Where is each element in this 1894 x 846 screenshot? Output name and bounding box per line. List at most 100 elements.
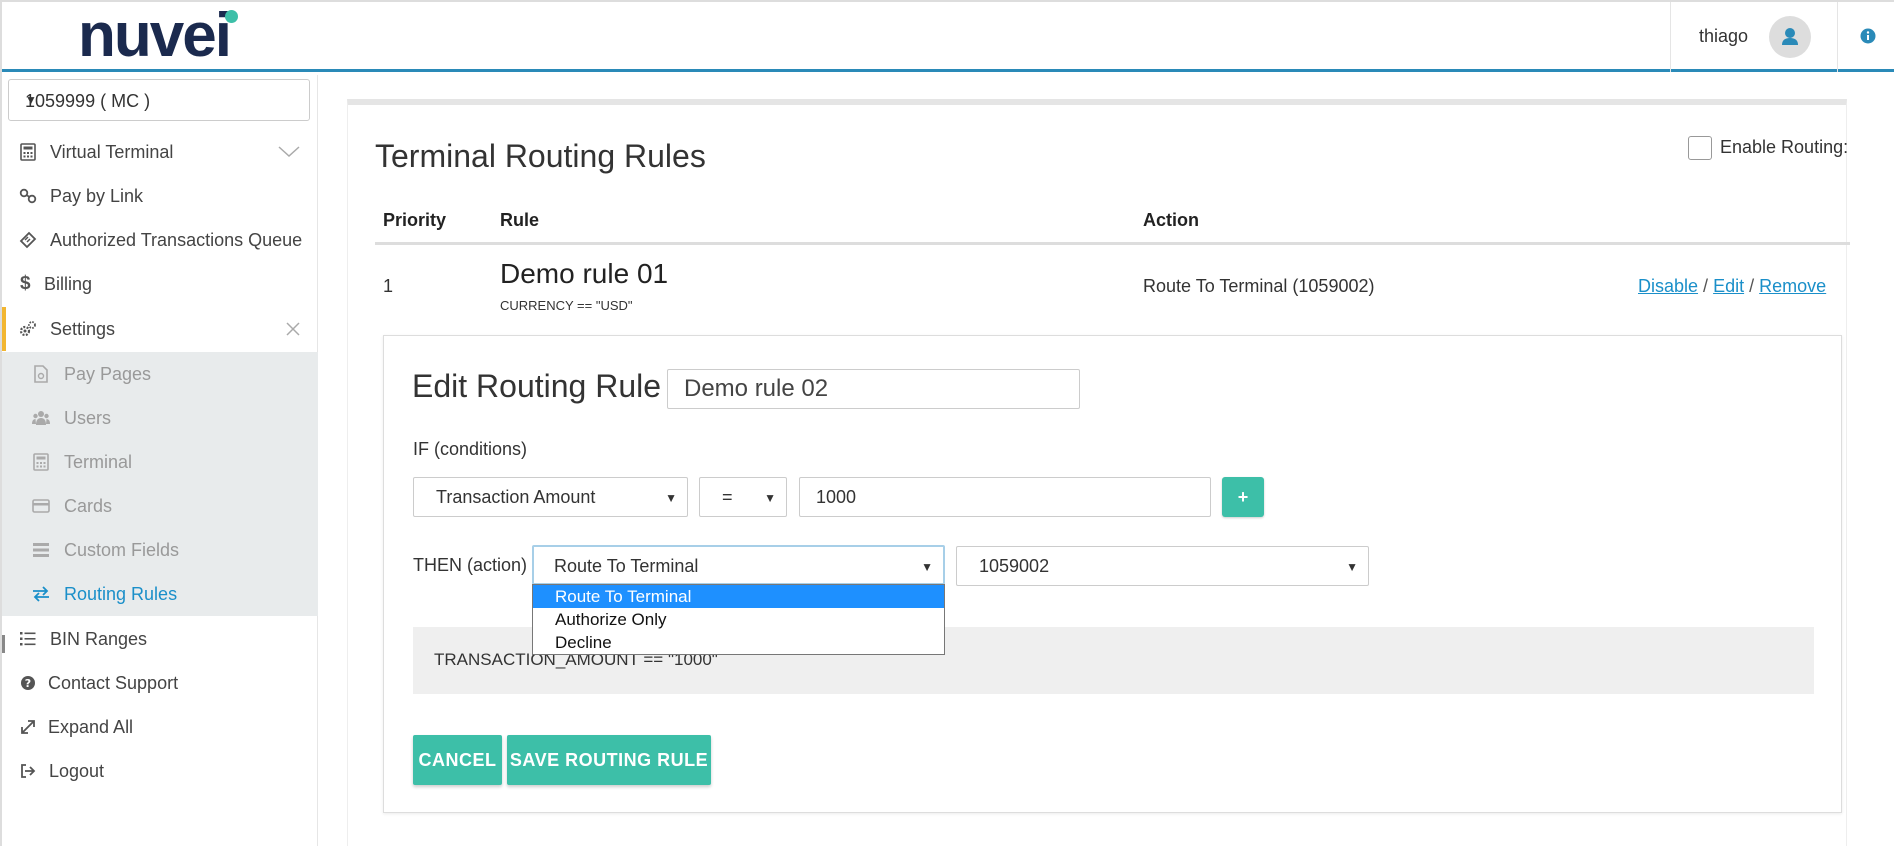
sidebar-subitem-label: Pay Pages [64, 364, 152, 384]
caret-down-icon: ▼ [1346, 560, 1358, 574]
sidebar-subitem-label: Custom Fields [64, 540, 180, 560]
close-icon[interactable] [286, 322, 300, 336]
sidebar-item-virtual-terminal[interactable]: Virtual Terminal [2, 130, 318, 174]
merchant-select[interactable]: 1059999 ( MC ) ▼ [8, 79, 310, 121]
add-condition-button[interactable]: + [1222, 477, 1264, 517]
list-icon [20, 632, 36, 646]
sidebar-subitem-pay-pages[interactable]: Pay Pages [2, 352, 318, 396]
sidebar-item-label: Contact Support [48, 673, 179, 693]
sidebar-subitem-label: Terminal [64, 452, 133, 472]
page-title: Terminal Routing Rules [375, 138, 706, 174]
sidebar-item-logout[interactable]: Logout [2, 749, 318, 793]
if-conditions-label: IF (conditions) [413, 439, 528, 459]
condition-field-select[interactable]: Transaction Amount ▼ [413, 477, 688, 517]
action-option-authorize-only[interactable]: Authorize Only [533, 608, 944, 631]
sidebar-item-label: Settings [50, 319, 116, 339]
sidebar-item-label: Expand All [48, 717, 134, 737]
nuvei-logo[interactable]: nuvei [78, 5, 238, 67]
sidebar-subitem-cards[interactable]: Cards [2, 484, 318, 528]
info-icon[interactable] [1860, 28, 1876, 44]
terminal-select-value: 1059002 [979, 556, 1050, 576]
sidebar-subitem-label: Users [64, 408, 112, 428]
exchange-arrows-icon [33, 586, 49, 602]
action-select[interactable]: Route To Terminal ▼ [532, 545, 945, 585]
action-option-route-to-terminal[interactable]: Route To Terminal [533, 585, 944, 608]
ticket-icon [19, 231, 37, 249]
sidebar-item-bin-ranges[interactable]: BIN Ranges [2, 617, 318, 661]
user-name: thiago [1699, 26, 1749, 46]
row-action: Route To Terminal (1059002) [1143, 276, 1375, 296]
column-header-priority: Priority [383, 210, 447, 230]
disable-link[interactable]: Disable [1638, 276, 1698, 296]
question-circle-icon: ? [21, 676, 35, 690]
column-header-action: Action [1143, 210, 1199, 230]
link-icon [19, 188, 37, 204]
sidebar-subitem-label: Routing Rules [64, 584, 178, 604]
condition-field-value: Transaction Amount [436, 487, 596, 507]
sidebar-subitem-terminal[interactable]: Terminal [2, 440, 318, 484]
condition-operator-value: = [722, 487, 733, 507]
sidebar-item-label: Logout [49, 761, 105, 781]
sidebar-subitem-users[interactable]: Users [2, 396, 318, 440]
sidebar-subitem-routing-rules[interactable]: Routing Rules [2, 572, 318, 616]
sidebar-item-label: Pay by Link [50, 186, 144, 206]
link-separator: / [1749, 276, 1755, 296]
sidebar: 1059999 ( MC ) ▼ Virtual Terminal Pay by… [2, 75, 318, 846]
calculator-icon [20, 143, 36, 161]
logo-dot [225, 10, 238, 23]
action-option-decline[interactable]: Decline [533, 631, 944, 654]
caret-down-icon: ▼ [764, 491, 776, 505]
edit-title: Edit Routing Rule [412, 368, 662, 404]
column-header-rule: Rule [500, 210, 540, 230]
sidebar-item-pay-by-link[interactable]: Pay by Link [2, 174, 318, 218]
expand-icon [21, 720, 35, 734]
terminal-select[interactable]: 1059002 ▼ [956, 546, 1369, 586]
user-menu[interactable]: thiago [1670, 2, 1838, 72]
logo-text: nuvei [78, 1, 232, 70]
row-actions: Disable / Edit / Remove [1638, 276, 1826, 297]
sidebar-item-contact-support[interactable]: ? Contact Support [2, 661, 318, 705]
dollar-icon: $ [20, 273, 31, 294]
then-action-label: THEN (action) [413, 555, 528, 575]
sidebar-item-authorized-transactions-queue[interactable]: Authorized Transactions Queue [2, 218, 318, 262]
condition-operator-select[interactable]: = ▼ [699, 477, 787, 517]
chevron-down-icon[interactable] [278, 146, 300, 158]
caret-down-icon: ▼ [25, 93, 37, 107]
cancel-button[interactable]: CANCEL [413, 735, 502, 785]
user-icon [1782, 28, 1798, 45]
rule-name-input[interactable] [667, 369, 1080, 409]
remove-link[interactable]: Remove [1759, 276, 1826, 296]
scroll-marker [2, 635, 5, 653]
save-routing-rule-button[interactable]: SAVE ROUTING RULE [507, 735, 711, 785]
enable-routing-checkbox[interactable] [1688, 136, 1712, 160]
link-separator: / [1703, 276, 1709, 296]
svg-text:?: ? [25, 677, 31, 690]
sidebar-item-label: Authorized Transactions Queue [50, 230, 303, 250]
gears-icon [19, 321, 36, 337]
avatar[interactable] [1769, 16, 1811, 58]
sidebar-item-settings[interactable]: Settings [2, 307, 318, 351]
top-header: nuvei thiago [2, 2, 1894, 72]
sidebar-subitem-label: Cards [64, 496, 113, 516]
sidebar-item-label: Billing [44, 274, 93, 294]
sidebar-item-label: BIN Ranges [50, 629, 148, 649]
edit-link[interactable]: Edit [1713, 276, 1744, 296]
caret-down-icon: ▼ [665, 491, 677, 505]
logout-icon [21, 764, 36, 778]
credit-card-icon [32, 499, 50, 513]
settings-submenu: Pay Pages Users Terminal Cards Custom Fi… [2, 352, 318, 616]
sidebar-item-billing[interactable]: $ Billing [2, 262, 318, 306]
row-rule-name: Demo rule 01 [500, 258, 669, 289]
caret-down-icon: ▼ [921, 560, 933, 574]
sidebar-item-expand-all[interactable]: Expand All [2, 705, 318, 749]
sidebar-subitem-custom-fields[interactable]: Custom Fields [2, 528, 318, 572]
table-header-divider [375, 242, 1850, 245]
action-options-dropdown: Route To Terminal Authorize Only Decline [532, 584, 945, 655]
file-icon [34, 365, 48, 383]
calculator-icon [33, 453, 49, 471]
app-root: nuvei thiago 1059999 ( MC ) ▼ Virtual Te… [0, 0, 1894, 846]
list-fields-icon [33, 543, 49, 557]
row-rule-condition: CURRENCY == "USD" [500, 298, 633, 313]
condition-value-input[interactable] [799, 477, 1211, 517]
enable-routing-label: Enable Routing: [1720, 137, 1849, 157]
